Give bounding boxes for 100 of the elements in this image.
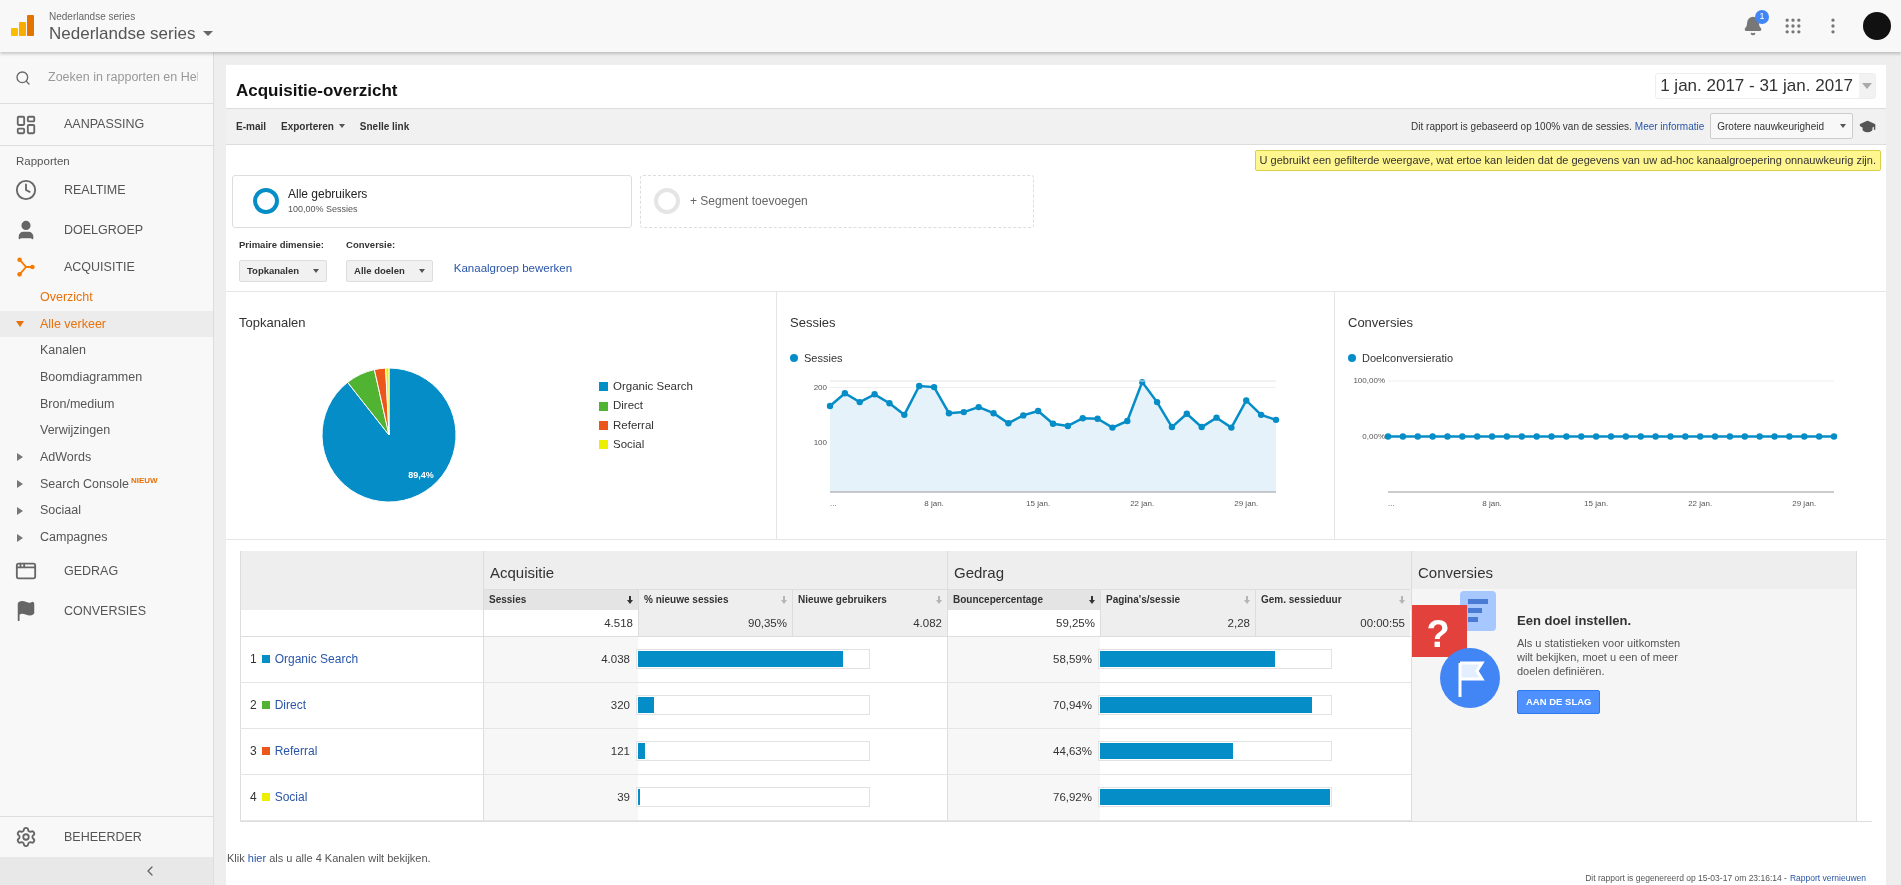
refresh-report-link[interactable]: Rapport vernieuwen — [1789, 872, 1866, 885]
table-cell: 121 — [483, 728, 638, 774]
data-point — [1243, 396, 1250, 404]
table-cell: 39 — [483, 774, 638, 820]
legend-label: Referral — [613, 417, 654, 433]
dimension-dropdown[interactable]: Alle doelen — [346, 259, 433, 282]
sort-arrow-icon — [1089, 595, 1095, 604]
column-header[interactable]: Pagina's/sessie — [1100, 588, 1255, 610]
data-point — [1153, 398, 1161, 405]
data-point — [945, 409, 953, 417]
edit-channel-group-link[interactable]: Kanaalgroep bewerken — [453, 260, 573, 278]
filter-warning: U gebruikt een gefilterde weergave, wat ertoe kan leiden dat de gegevens van uw ad-hoc kanaalgroepering onnauwkeurig zijn. — [1254, 149, 1881, 171]
caret-right-icon — [17, 453, 23, 462]
toolbar-button[interactable]: E-mail — [236, 118, 266, 134]
column-header[interactable]: Sessies — [483, 588, 638, 610]
legend-label: Sessies — [804, 351, 843, 367]
chart-title: Sessies — [790, 313, 837, 332]
column-header[interactable]: Nieuwe gebruikers — [792, 588, 947, 610]
row-rank: 1 — [250, 651, 257, 669]
sidebar-item[interactable]: Sociaal — [0, 497, 213, 525]
sidebar-section[interactable]: CONVERSIES — [0, 590, 213, 631]
data-point — [1726, 433, 1734, 440]
data-point — [975, 403, 982, 410]
data-point — [1444, 433, 1451, 440]
y-tick-label: 100 — [813, 437, 827, 447]
sort-arrow-icon — [627, 595, 633, 604]
sidebar-section[interactable]: DOELGROEP — [0, 210, 213, 250]
data-point — [1459, 433, 1466, 440]
x-tick-label: 22 jan. — [1130, 498, 1155, 508]
toolbar-button[interactable]: Snelle link — [359, 118, 410, 134]
report-title: Acquisitie-overzicht — [236, 79, 398, 102]
add-segment-button[interactable]: + Segment toevoegen — [640, 174, 1034, 228]
data-point — [1474, 433, 1481, 440]
precision-dropdown[interactable]: Grotere nauwkeurigheid — [1710, 113, 1853, 140]
date-range-picker[interactable]: 1 jan. 2017 - 31 jan. 2017 — [1655, 73, 1876, 99]
total-cell: 00:00:55 — [1255, 609, 1410, 636]
channel-link[interactable]: Social — [274, 788, 308, 807]
section-heading: Rapporten — [15, 153, 71, 169]
column-header[interactable]: % nieuwe sessies — [638, 588, 792, 610]
table-cell: 70,94% — [947, 682, 1100, 728]
total-cell: 90,35% — [638, 609, 792, 636]
data-point — [1771, 433, 1778, 440]
data-point — [1741, 433, 1748, 440]
data-point — [1518, 433, 1525, 440]
segment-card[interactable]: Alle gebruikers 100,00% Sessies — [232, 174, 632, 228]
table-cell: 320 — [483, 682, 638, 728]
sidebar-item[interactable]: Campagnes — [0, 524, 213, 551]
search-field[interactable]: Zoeken in rapporten en Hel — [48, 68, 198, 87]
sidebar-section[interactable]: ACQUISITIE — [0, 250, 213, 284]
sidebar-item[interactable]: Boomdiagrammen — [0, 364, 213, 391]
data-point — [1064, 422, 1072, 429]
data-point — [1139, 378, 1146, 385]
sort-arrow-icon — [1244, 595, 1250, 604]
here-link[interactable]: hier — [247, 851, 267, 864]
data-point — [1399, 433, 1407, 440]
data-point — [1622, 433, 1630, 440]
table-cell: 4.038 — [483, 636, 638, 682]
more-info-link[interactable]: Meer informatie — [1634, 118, 1705, 134]
sidebar-section[interactable]: GEDRAG — [0, 550, 213, 591]
sidebar-item[interactable]: Kanalen — [0, 337, 213, 365]
generated-note: Dit rapport is gegenereerd op 15-03-17 om 23:16:14 - — [1585, 872, 1787, 885]
data-point — [841, 389, 849, 397]
row-rank: 4 — [250, 789, 257, 807]
row-rank: 3 — [250, 743, 257, 761]
sidebar-section[interactable]: AANPASSING — [0, 104, 213, 146]
table-cell: 58,59% — [947, 636, 1100, 682]
channel-link[interactable]: Organic Search — [274, 650, 359, 669]
goal-text: Als u statistieken voor uitkomsten wilt bekijken, moet u een of meer doelen definiëren. — [1517, 636, 1682, 679]
channel-link[interactable]: Direct — [274, 696, 307, 715]
caret-down-icon — [203, 31, 214, 36]
caret-down-icon — [1862, 83, 1872, 89]
property-selector[interactable]: Nederlandse series — [49, 23, 214, 44]
data-point — [1168, 423, 1176, 430]
x-tick-label: ... — [1388, 498, 1395, 508]
apps-icon[interactable] — [1783, 16, 1803, 36]
data-point — [826, 402, 834, 409]
sidebar-item[interactable]: Verwijzingen — [0, 417, 213, 445]
goal-illustration-drawing: ? — [1412, 590, 1507, 711]
new-label: NIEUW — [130, 474, 158, 487]
dimension-dropdown[interactable]: Topkanalen — [239, 259, 328, 282]
channel-link[interactable]: Referral — [274, 742, 318, 761]
column-header[interactable]: Bouncepercentage — [947, 588, 1100, 610]
dimension-label: Conversie: — [346, 238, 397, 253]
data-point — [1384, 433, 1392, 440]
data-point — [856, 398, 863, 405]
data-point — [1607, 433, 1615, 440]
data-point — [1503, 433, 1511, 440]
sidebar-section[interactable]: REALTIME — [0, 170, 213, 210]
sidebar-item[interactable]: Bron/medium — [0, 390, 213, 418]
x-tick-label: 29 jan. — [1792, 498, 1817, 508]
toolbar-button[interactable]: Exporteren — [281, 118, 345, 134]
data-point — [1213, 414, 1220, 421]
x-tick-label: 8 jan. — [1482, 498, 1502, 508]
chart-title: Topkanalen — [239, 313, 307, 332]
avatar[interactable] — [1863, 12, 1891, 40]
y-tick-label: 100,00% — [1353, 375, 1385, 385]
column-header[interactable]: Gem. sessieduur — [1255, 588, 1410, 610]
segment-name: Alle gebruikers — [288, 186, 368, 204]
x-tick-label: 29 jan. — [1234, 498, 1259, 508]
sidebar-item[interactable]: AdWords — [0, 444, 213, 471]
